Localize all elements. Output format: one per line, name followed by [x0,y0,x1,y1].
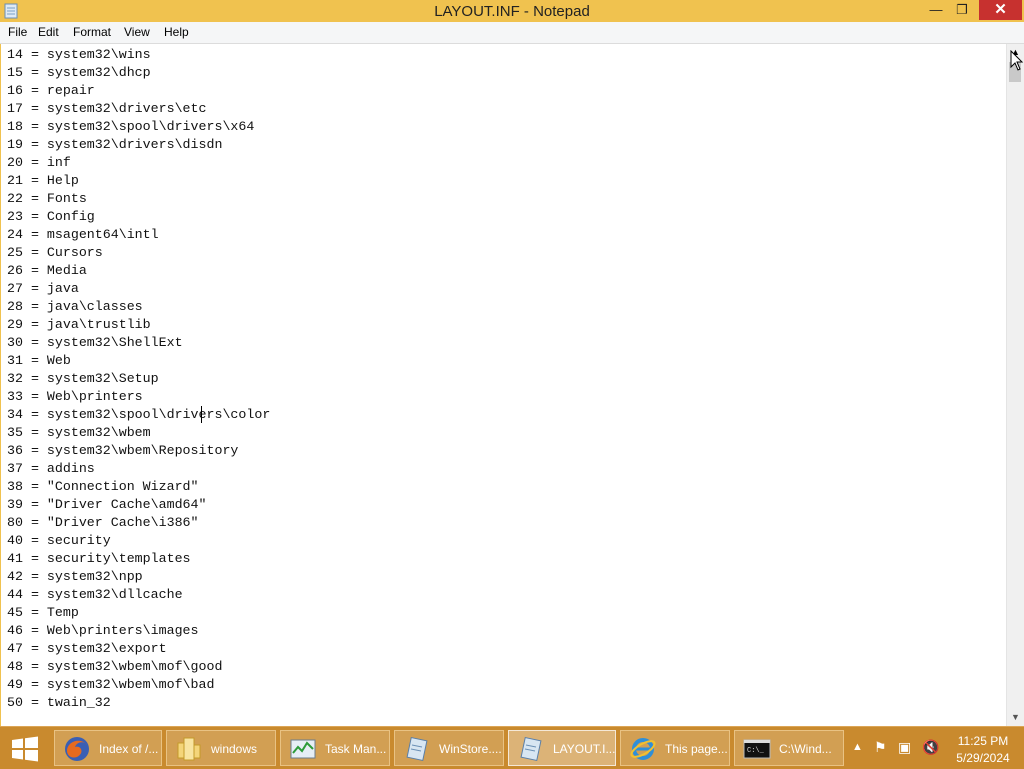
editor-line[interactable]: 20 = inf [7,154,270,172]
editor-line[interactable]: 46 = Web\printers\images [7,622,270,640]
folder-icon [177,737,201,761]
editor-line[interactable]: 50 = twain_32 [7,694,270,712]
network-icon[interactable]: ▣ [898,739,911,756]
editor-line[interactable]: 42 = system32\npp [7,568,270,586]
text-caret [201,406,202,423]
taskbar-item-layout-inf[interactable]: LAYOUT.I... [508,730,616,766]
editor-line[interactable]: 30 = system32\ShellExt [7,334,270,352]
title-bar[interactable]: LAYOUT.INF - Notepad — ❐ ✕ [0,0,1024,22]
taskbar-label: C:\Wind... [779,742,832,756]
editor-line[interactable]: 16 = repair [7,82,270,100]
show-hidden-icons-icon[interactable]: ▲ [852,741,863,753]
restore-button[interactable]: ❐ [947,0,977,20]
editor-line[interactable]: 39 = "Driver Cache\amd64" [7,496,270,514]
editor-line[interactable]: 40 = security [7,532,270,550]
editor-line[interactable]: 38 = "Connection Wizard" [7,478,270,496]
menu-file[interactable]: File [8,25,27,39]
editor-line[interactable]: 25 = Cursors [7,244,270,262]
editor-line[interactable]: 48 = system32\wbem\mof\good [7,658,270,676]
notepad-window: LAYOUT.INF - Notepad — ❐ ✕ File Edit For… [0,0,1024,726]
editor-line[interactable]: 28 = java\classes [7,298,270,316]
editor-line[interactable]: 33 = Web\printers [7,388,270,406]
taskbar-label: WinStore.... [439,742,502,756]
taskbar-item-firefox[interactable]: Index of /... [54,730,162,766]
close-button[interactable]: ✕ [979,0,1022,20]
editor-line[interactable]: 37 = addins [7,460,270,478]
editor-line[interactable]: 14 = system32\wins [7,46,270,64]
editor-line[interactable]: 32 = system32\Setup [7,370,270,388]
editor-content[interactable]: 14 = system32\wins 15 = system32\dhcp 16 =… [7,46,270,712]
editor-line[interactable]: 17 = system32\drivers\etc [7,100,270,118]
editor-line[interactable]: 31 = Web [7,352,270,370]
menu-format[interactable]: Format [73,25,111,39]
firefox-icon [65,737,89,761]
taskbar-label: windows [211,742,258,756]
taskbar-label: This page... [665,742,728,756]
window-title: LAYOUT.INF - Notepad [434,3,590,20]
vertical-scrollbar[interactable]: ▲ ▼ [1006,44,1024,726]
editor-line[interactable]: 34 = system32\spool\drivers\color [7,406,270,424]
taskbar-item-internet-explorer[interactable]: This page... [620,730,730,766]
editor-line[interactable]: 19 = system32\drivers\disdn [7,136,270,154]
editor-line[interactable]: 24 = msagent64\intl [7,226,270,244]
taskbar-label: Index of /... [99,742,159,756]
editor-line[interactable]: 27 = java [7,280,270,298]
editor-line[interactable]: 21 = Help [7,172,270,190]
scroll-down-arrow-icon[interactable]: ▼ [1007,709,1024,726]
editor-line[interactable]: 18 = system32\spool\drivers\x64 [7,118,270,136]
taskbar-item-winstore[interactable]: WinStore.... [394,730,504,766]
text-editor[interactable]: 14 = system32\wins 15 = system32\dhcp 16 =… [1,44,1006,726]
clock-time[interactable]: 11:25 PM [955,734,1011,748]
taskbar-item-command-prompt[interactable]: C:\_ C:\Wind... [734,730,844,766]
editor-line[interactable]: 29 = java\trustlib [7,316,270,334]
taskbar-label: Task Man... [325,742,387,756]
editor-line[interactable]: 44 = system32\dllcache [7,586,270,604]
editor-line[interactable]: 22 = Fonts [7,190,270,208]
mouse-pointer-icon [1010,50,1024,71]
editor-line[interactable]: 45 = Temp [7,604,270,622]
taskbar-item-explorer[interactable]: windows [166,730,276,766]
internet-explorer-icon [630,738,656,760]
svg-text:C:\_: C:\_ [747,747,765,755]
editor-line[interactable]: 41 = security\templates [7,550,270,568]
taskbar-item-task-manager[interactable]: Task Man... [280,730,390,766]
menu-view[interactable]: View [124,25,150,39]
windows-start-icon[interactable] [6,733,44,765]
task-manager-icon [290,739,316,759]
editor-line[interactable]: 80 = "Driver Cache\i386" [7,514,270,532]
editor-line[interactable]: 26 = Media [7,262,270,280]
clock-date[interactable]: 5/29/2024 [950,751,1016,765]
taskbar-label: LAYOUT.I... [553,742,616,756]
editor-line[interactable]: 35 = system32\wbem [7,424,270,442]
editor-line[interactable]: 49 = system32\wbem\mof\bad [7,676,270,694]
action-center-flag-icon[interactable]: ⚑ [874,739,887,756]
editor-line[interactable]: 23 = Config [7,208,270,226]
menu-bar: File Edit Format View Help [0,22,1024,44]
command-prompt-icon: C:\_ [743,739,771,759]
notepad-icon [520,736,542,762]
menu-help[interactable]: Help [164,25,189,39]
editor-line[interactable]: 47 = system32\export [7,640,270,658]
volume-muted-icon[interactable]: 🔇 [922,739,939,756]
notepad-icon [406,736,428,762]
menu-edit[interactable]: Edit [38,25,59,39]
editor-line[interactable]: 15 = system32\dhcp [7,64,270,82]
editor-line[interactable]: 36 = system32\wbem\Repository [7,442,270,460]
taskbar: Index of /... windows Task Man... WinSto… [0,726,1024,769]
